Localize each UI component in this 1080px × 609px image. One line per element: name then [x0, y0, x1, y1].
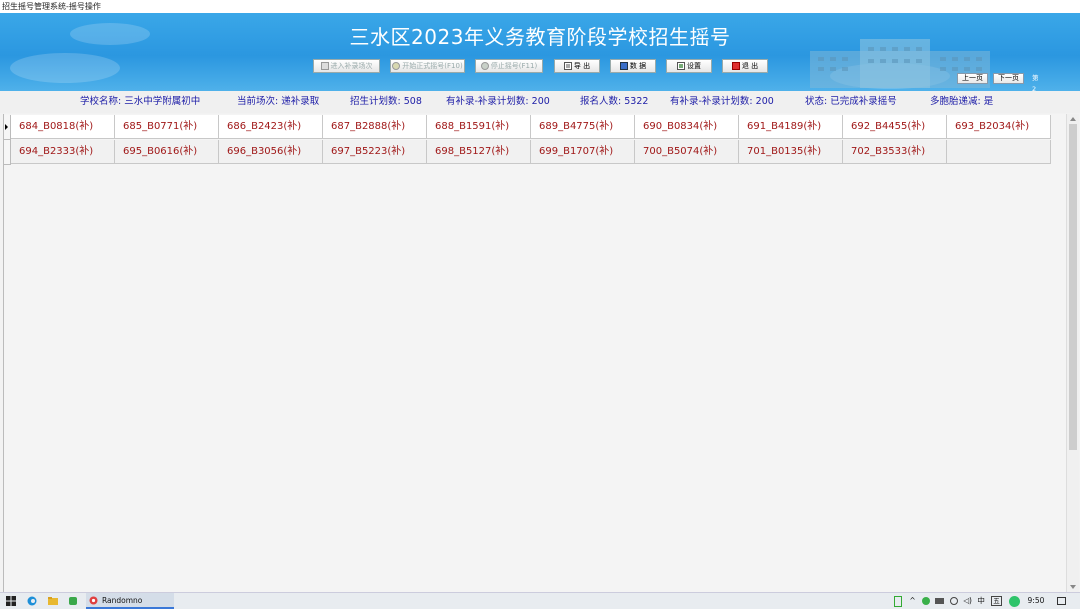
data-icon — [619, 62, 628, 70]
data-button[interactable]: 数 据 — [610, 59, 656, 73]
table-cell[interactable]: 694_B2333(补) — [11, 140, 115, 164]
table-cell[interactable]: 691_B4189(补) — [739, 115, 843, 139]
table-cell[interactable]: 701_B0135(补) — [739, 140, 843, 164]
supp-plan2-info: 有补录-补录计划数: 200 — [670, 96, 774, 107]
scroll-down-icon[interactable] — [1070, 585, 1076, 589]
table-cell[interactable] — [947, 140, 1051, 164]
volume-icon[interactable]: ◁) — [963, 596, 972, 605]
table-cell[interactable]: 700_B5074(补) — [635, 140, 739, 164]
table-cell[interactable]: 690_B0834(补) — [635, 115, 739, 139]
session-info: 当前场次: 递补录取 — [237, 96, 320, 107]
app-launcher-button[interactable] — [68, 593, 78, 609]
gear-app-icon — [89, 596, 98, 604]
network-icon[interactable] — [935, 598, 945, 604]
ime-indicator[interactable]: 中 — [977, 596, 985, 605]
clock[interactable]: 9:50 — [1028, 596, 1045, 605]
table-cell[interactable]: 695_B0616(补) — [115, 140, 219, 164]
globe-icon[interactable] — [949, 597, 958, 605]
school-info: 学校名称: 三水中学附属初中 — [80, 96, 201, 107]
chevron-up-icon[interactable]: ^ — [909, 596, 915, 605]
settings-icon — [677, 62, 685, 70]
row-header[interactable] — [4, 140, 11, 165]
table-cell[interactable]: 699_B1707(补) — [531, 140, 635, 164]
window-title: 招生摇号管理系统-摇号操作 — [2, 2, 101, 11]
table-cell[interactable]: 693_B2034(补) — [947, 115, 1051, 139]
green-app-icon[interactable] — [922, 597, 931, 605]
next-page-button[interactable]: 下一页 — [993, 73, 1024, 84]
table-cell[interactable]: 702_B3533(补) — [843, 140, 947, 164]
table-cell[interactable]: 685_B0771(补) — [115, 115, 219, 139]
exit-icon — [731, 62, 740, 70]
file-explorer-button[interactable] — [48, 593, 58, 609]
table-cell[interactable]: 698_B5127(补) — [427, 140, 531, 164]
table-cell[interactable]: 697_B5223(补) — [323, 140, 427, 164]
enter-icon — [320, 62, 329, 70]
supp-plan-info: 有补录-补录计划数: 200 — [446, 96, 550, 107]
plan-info: 招生计划数: 508 — [350, 96, 422, 107]
results-grid[interactable]: 684_B0818(补) 685_B0771(补) 686_B2423(补) 6… — [3, 114, 1066, 592]
row-header[interactable] — [4, 115, 11, 140]
twins-info: 多胞胎递减: 是 — [930, 96, 994, 107]
table-cell[interactable]: 696_B3056(补) — [219, 140, 323, 164]
page-info: 第2页/共7页 — [1032, 74, 1039, 91]
current-row-icon — [5, 124, 8, 130]
stop-lottery-button[interactable]: 停止摇号(F11) — [475, 59, 543, 73]
start-button[interactable] — [6, 593, 16, 609]
table-cell[interactable]: 686_B2423(补) — [219, 115, 323, 139]
enter-supplement-session-button[interactable]: 进入补录场次 — [313, 59, 380, 73]
system-tray: ^ ◁) 中 五 9:50 — [894, 593, 1066, 609]
settings-button[interactable]: 设置 — [666, 59, 712, 73]
taskbar-app-randomno[interactable]: Randomno — [86, 593, 174, 609]
table-cell[interactable]: 692_B4455(补) — [843, 115, 947, 139]
scrollbar-thumb[interactable] — [1069, 124, 1077, 450]
table-cell[interactable]: 688_B1591(补) — [427, 115, 531, 139]
start-lottery-button[interactable]: 开始正式摇号(F10) — [390, 59, 465, 73]
folder-icon — [48, 597, 58, 605]
vertical-scrollbar[interactable] — [1066, 114, 1079, 592]
table-cell[interactable]: 687_B2888(补) — [323, 115, 427, 139]
stop-icon — [480, 62, 489, 70]
exit-button[interactable]: 退 出 — [722, 59, 768, 73]
applicants-info: 报名人数: 5322 — [580, 96, 649, 107]
edge-icon — [27, 596, 37, 606]
battery-icon[interactable] — [894, 595, 902, 607]
taskbar: Randomno ^ ◁) 中 五 9:50 — [0, 592, 1080, 609]
cloud-decoration — [10, 53, 120, 83]
ime-mode-indicator[interactable]: 五 — [991, 596, 1002, 606]
table-cell[interactable]: 689_B4775(补) — [531, 115, 635, 139]
windows-icon — [6, 596, 16, 606]
prev-page-button[interactable]: 上一页 — [957, 73, 988, 84]
table-cell[interactable]: 684_B0818(补) — [11, 115, 115, 139]
status-info: 状态: 已完成补录摇号 — [805, 96, 897, 107]
assistant-icon[interactable] — [1009, 595, 1021, 607]
info-bar: 学校名称: 三水中学附属初中 当前场次: 递补录取 招生计划数: 508 有补录… — [0, 91, 1080, 113]
notification-icon[interactable] — [1056, 597, 1066, 605]
header-banner: 三水区2023年义务教育阶段学校招生摇号 进入补录场次 开始正式摇号(F10) … — [0, 13, 1080, 91]
export-button[interactable]: 导 出 — [554, 59, 600, 73]
app-icon — [69, 597, 77, 605]
page-title: 三水区2023年义务教育阶段学校招生摇号 — [349, 25, 731, 49]
edge-browser-button[interactable] — [27, 593, 37, 609]
export-icon — [563, 62, 572, 70]
scroll-up-icon[interactable] — [1070, 117, 1076, 121]
start-icon — [392, 62, 401, 70]
window-titlebar: 招生摇号管理系统-摇号操作 — [0, 0, 1080, 13]
